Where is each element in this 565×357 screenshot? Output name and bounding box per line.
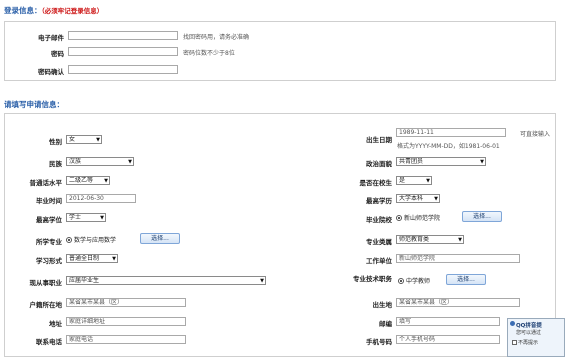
gender-label: 性别: [49, 138, 62, 146]
major-category-value: 师范教育类: [399, 236, 430, 243]
radio-icon: [66, 237, 72, 243]
in-school-label: 是否在校生: [359, 179, 393, 187]
study-form-label: 学习形式: [36, 257, 62, 265]
chevron-down-icon: ▼: [96, 137, 100, 143]
education-value: 大学本科: [399, 195, 424, 202]
gender-value: 女: [69, 136, 76, 143]
confirm-password-label: 密码确认: [38, 68, 64, 76]
chevron-down-icon: ▼: [480, 159, 484, 165]
address-label: 地址: [49, 320, 62, 328]
login-section-title: 登录信息：（必须牢记登录信息）: [4, 5, 103, 16]
education-select[interactable]: 大学本科 ▼: [396, 194, 440, 203]
qq-popup-checkbox[interactable]: 不再提示: [512, 339, 538, 346]
chevron-down-icon: ▼: [426, 178, 430, 184]
mandarin-level-select[interactable]: 二级乙等 ▼: [66, 176, 110, 185]
in-school-value: 是: [399, 177, 406, 184]
political-status-value: 共青团员: [399, 158, 424, 165]
chevron-down-icon: ▼: [100, 215, 104, 221]
major-category-select[interactable]: 师范教育类 ▼: [396, 235, 464, 244]
chevron-down-icon: ▼: [260, 278, 264, 284]
qq-popup-checkbox-label: 不再提示: [518, 340, 539, 346]
info-icon: [510, 321, 515, 326]
major-value: 数学与应用数学: [74, 237, 117, 244]
qq-pinyin-popup: QQ拼音提 您可以通过 不再提示: [507, 318, 565, 357]
postcode-label: 邮编: [379, 320, 392, 328]
birthplace-field[interactable]: 某省某市某县（区）: [396, 298, 520, 307]
login-section-note: （必须牢记登录信息）: [41, 7, 104, 15]
chevron-down-icon: ▼: [458, 237, 462, 243]
current-job-label: 现从事职业: [29, 279, 63, 287]
graduate-school-select-button[interactable]: 选择...: [462, 211, 502, 222]
hukou-field[interactable]: 某省某市某县（区）: [66, 298, 186, 307]
chevron-down-icon: ▼: [104, 178, 108, 184]
work-unit-field[interactable]: 新山师范学院: [396, 254, 520, 263]
password-hint: 密码位数不少于8位: [183, 50, 235, 57]
apply-section-title: 请填写申请信息：: [4, 100, 64, 109]
degree-value: 学士: [69, 214, 82, 221]
birth-date-tip: 可直接输入: [520, 131, 551, 138]
title-rank-label: 专业技术职务: [353, 275, 392, 283]
birth-date-field[interactable]: 1989-11-11: [396, 128, 506, 137]
password-label: 密码: [51, 50, 64, 58]
ethnicity-select[interactable]: 汉族 ▼: [66, 157, 134, 166]
hukou-label: 户籍所在地: [29, 301, 63, 309]
graduate-school-value: 新山师范学院: [404, 215, 441, 222]
title-rank-radio[interactable]: 中学教师: [398, 276, 430, 285]
email-hint: 找回密码用，请务必准确: [183, 34, 250, 41]
major-category-label: 专业类属: [366, 238, 392, 246]
study-form-select[interactable]: 普通全日制 ▼: [66, 254, 118, 263]
address-field[interactable]: 家庭详细地址: [66, 317, 186, 326]
title-rank-value: 中学教师: [406, 278, 431, 285]
gender-select[interactable]: 女 ▼: [66, 135, 102, 144]
birth-date-format: 格式为YYYY-MM-DD，如1981-06-01: [397, 143, 500, 150]
degree-select[interactable]: 学士 ▼: [66, 213, 106, 222]
email-label: 电子邮件: [38, 34, 64, 42]
major-label: 所学专业: [36, 238, 62, 246]
ethnicity-label: 民族: [49, 160, 62, 168]
checkbox-icon: [512, 340, 517, 345]
major-radio[interactable]: 数学与应用数学: [66, 235, 116, 244]
phone-field[interactable]: 家庭电话: [66, 335, 186, 344]
graduation-time-label: 毕业时间: [36, 197, 62, 205]
current-job-select[interactable]: 应届毕业生 ▼: [66, 276, 266, 285]
major-select-button[interactable]: 选择...: [140, 233, 180, 244]
chevron-down-icon: ▼: [128, 159, 132, 165]
in-school-select[interactable]: 是 ▼: [396, 176, 432, 185]
political-status-label: 政治面貌: [366, 160, 392, 168]
birth-date-label: 出生日期: [366, 136, 392, 144]
birthplace-label: 出生地: [372, 301, 393, 309]
chevron-down-icon: ▼: [112, 256, 116, 262]
title-rank-select-button[interactable]: 选择...: [446, 274, 486, 285]
chevron-down-icon: ▼: [434, 196, 438, 202]
radio-icon: [396, 215, 402, 221]
radio-icon: [398, 278, 404, 284]
work-unit-label: 工作单位: [366, 257, 392, 265]
phone-label: 联系电话: [36, 338, 62, 346]
postcode-field[interactable]: 填写: [396, 317, 500, 326]
password-field[interactable]: [68, 47, 178, 56]
login-section-title-text: 登录信息：: [4, 6, 42, 15]
graduate-school-radio[interactable]: 新山师范学院: [396, 213, 440, 222]
graduate-school-label: 毕业院校: [366, 216, 392, 224]
degree-label: 最高学位: [36, 216, 62, 224]
mandarin-level-label: 普通话水平: [29, 179, 63, 187]
political-status-select[interactable]: 共青团员 ▼: [396, 157, 486, 166]
current-job-value: 应届毕业生: [69, 277, 100, 284]
mandarin-level-value: 二级乙等: [69, 177, 94, 184]
qq-popup-body: 您可以通过: [516, 330, 542, 336]
mobile-label: 手机号码: [366, 338, 392, 346]
email-field[interactable]: [68, 31, 178, 40]
graduation-time-field[interactable]: 2012-06-30: [66, 194, 136, 203]
confirm-password-field[interactable]: [68, 65, 178, 74]
ethnicity-value: 汉族: [69, 158, 82, 165]
education-label: 最高学历: [366, 197, 392, 205]
study-form-value: 普通全日制: [69, 255, 100, 262]
qq-popup-title: QQ拼音提: [516, 323, 542, 329]
mobile-field[interactable]: 个人手机号码: [396, 335, 500, 344]
